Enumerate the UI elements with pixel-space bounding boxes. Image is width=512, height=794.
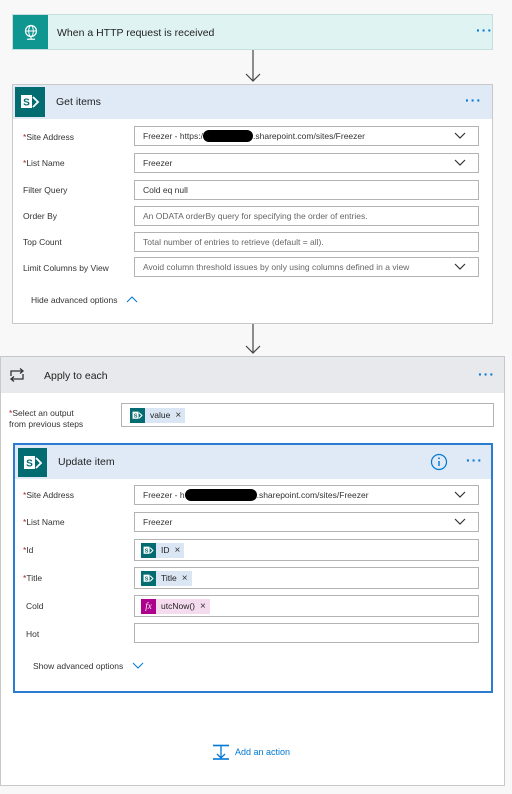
- order-by-input[interactable]: An ODATA orderBy query for specifying th…: [134, 206, 479, 226]
- top-count-input[interactable]: Total number of entries to retrieve (def…: [134, 232, 479, 252]
- sharepoint-icon: S: [18, 448, 47, 477]
- globe-icon: [13, 15, 48, 49]
- chevron-down-icon: [132, 662, 143, 669]
- list-name-dropdown[interactable]: Freezer: [134, 153, 479, 173]
- apply-to-each-title: Apply to each: [44, 370, 108, 382]
- update-list-name-dropdown[interactable]: Freezer: [134, 512, 479, 532]
- title-input[interactable]: S Title ×: [134, 567, 479, 589]
- hot-input[interactable]: [134, 623, 479, 643]
- sharepoint-icon: S: [141, 570, 156, 586]
- loop-icon: [1, 357, 33, 393]
- value-token[interactable]: S value ×: [130, 407, 186, 423]
- sharepoint-icon: S: [141, 542, 156, 558]
- filter-query-label: Filter Query: [23, 185, 68, 195]
- remove-token-icon[interactable]: ×: [182, 573, 188, 584]
- svg-text:S: S: [26, 458, 33, 469]
- update-item-card: S Update item ··· *Site Address Freezer …: [13, 443, 493, 693]
- svg-text:S: S: [145, 548, 149, 554]
- top-count-label: Top Count: [23, 237, 62, 247]
- connector-arrow: [245, 50, 261, 82]
- list-name-label: *List Name: [23, 158, 65, 168]
- chevron-up-icon: [126, 296, 138, 303]
- update-site-address-dropdown[interactable]: Freezer - h .sharepoint.com/sites/Freezer: [134, 485, 479, 505]
- update-site-address-label: *Site Address: [23, 490, 75, 500]
- chevron-down-icon: [454, 262, 466, 272]
- info-icon[interactable]: [430, 453, 448, 471]
- sharepoint-icon: S: [15, 87, 45, 117]
- remove-token-icon[interactable]: ×: [175, 545, 181, 556]
- limit-columns-label: Limit Columns by View: [23, 263, 109, 273]
- id-label: *Id: [23, 545, 34, 555]
- select-output-label: *Select an output from previous steps: [9, 408, 84, 429]
- connector-arrow: [245, 324, 261, 354]
- more-icon[interactable]: ···: [465, 93, 482, 107]
- site-address-dropdown[interactable]: Freezer - https:/.sharepoint.com/sites/F…: [134, 126, 479, 146]
- cold-token[interactable]: fx utcNow() ×: [141, 598, 210, 614]
- chevron-down-icon: [454, 518, 466, 525]
- update-item-header[interactable]: S Update item ···: [15, 445, 491, 479]
- id-token[interactable]: S ID ×: [141, 542, 185, 558]
- svg-text:S: S: [134, 413, 138, 419]
- more-icon[interactable]: ···: [476, 23, 493, 37]
- update-list-name-label: *List Name: [23, 517, 65, 527]
- svg-text:S: S: [23, 98, 30, 109]
- cold-label: Cold: [26, 601, 44, 611]
- hot-label: Hot: [26, 629, 40, 639]
- chevron-down-icon: [454, 132, 466, 139]
- apply-to-each-card: Apply to each ··· *Select an output from…: [0, 356, 505, 786]
- site-address-label: *Site Address: [23, 132, 75, 142]
- get-items-title: Get items: [56, 96, 101, 108]
- remove-token-icon[interactable]: ×: [175, 410, 181, 421]
- filter-query-input[interactable]: Cold eq null: [134, 180, 479, 200]
- select-output-input[interactable]: S value ×: [121, 403, 494, 427]
- trigger-title: When a HTTP request is received: [57, 27, 215, 39]
- order-by-label: Order By: [23, 211, 58, 221]
- remove-token-icon[interactable]: ×: [200, 601, 206, 612]
- trigger-card[interactable]: When a HTTP request is received ···: [12, 14, 493, 50]
- title-token[interactable]: S Title ×: [141, 570, 192, 586]
- more-icon[interactable]: ···: [478, 367, 495, 381]
- more-icon[interactable]: ···: [466, 453, 483, 467]
- update-item-title: Update item: [58, 456, 115, 468]
- limit-columns-dropdown[interactable]: Avoid column threshold issues by only us…: [134, 257, 479, 277]
- chevron-down-icon: [454, 491, 466, 498]
- cold-input[interactable]: fx utcNow() ×: [134, 595, 479, 617]
- add-action-icon: [213, 744, 229, 760]
- svg-text:S: S: [145, 576, 149, 582]
- get-items-header[interactable]: S Get items ···: [13, 85, 492, 119]
- hide-advanced-options-toggle[interactable]: Hide advanced options: [31, 295, 138, 305]
- chevron-down-icon: [454, 159, 466, 166]
- id-input[interactable]: S ID ×: [134, 539, 479, 561]
- show-advanced-options-toggle[interactable]: Show advanced options: [33, 661, 144, 671]
- fx-icon: fx: [141, 598, 156, 614]
- apply-to-each-header[interactable]: Apply to each ···: [1, 357, 504, 393]
- get-items-card: S Get items ··· *Site Address Freezer - …: [12, 84, 493, 324]
- title-label: *Title: [23, 573, 43, 583]
- sharepoint-icon: S: [130, 407, 145, 423]
- add-action-button[interactable]: Add an action: [212, 744, 290, 760]
- add-action-label: Add an action: [235, 747, 291, 757]
